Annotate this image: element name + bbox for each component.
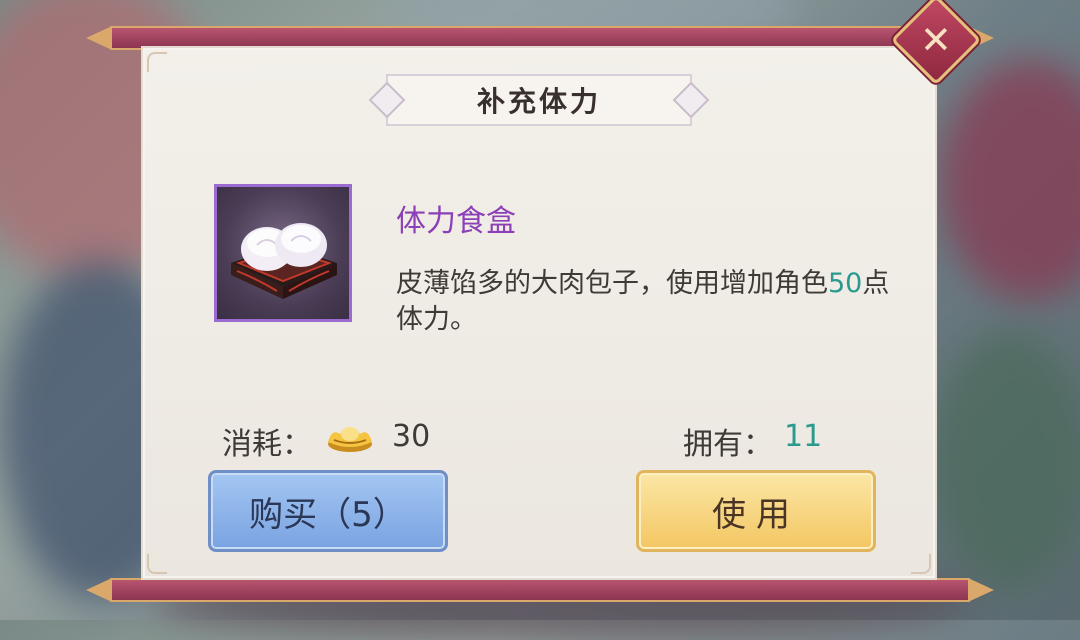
steamed-buns-icon (231, 223, 337, 299)
item-description: 皮薄馅多的大肉包子，使用增加角色50点体力。 (396, 266, 896, 338)
use-button-label: 使用 (712, 494, 800, 535)
dialog-bottom-border (86, 578, 970, 602)
gold-ingot-icon (328, 427, 372, 452)
dialog-title-plate: 补充体力 (386, 74, 692, 126)
use-button[interactable]: 使用 (636, 470, 876, 552)
background-decor (930, 330, 1080, 590)
buy-button-label: 购买（5） (249, 494, 407, 535)
background-decor (940, 60, 1080, 300)
item-stamina-amount: 50 (828, 268, 863, 299)
corner-ornament (911, 554, 931, 574)
corner-ornament (147, 554, 167, 574)
item-name: 体力食盒 (396, 204, 516, 239)
owned-label: 拥有： (683, 427, 773, 462)
dialog-title: 补充体力 (476, 85, 601, 118)
cost-value: 30 (392, 419, 431, 454)
item-icon-frame (214, 184, 352, 322)
item-description-text: 皮薄馅多的大肉包子，使用增加角色 (396, 268, 828, 299)
close-icon: ✕ (920, 18, 952, 62)
buy-button[interactable]: 购买（5） (208, 470, 448, 552)
cost-label: 消耗： (222, 427, 312, 462)
corner-ornament (147, 52, 167, 72)
owned-count: 11 (784, 419, 823, 454)
